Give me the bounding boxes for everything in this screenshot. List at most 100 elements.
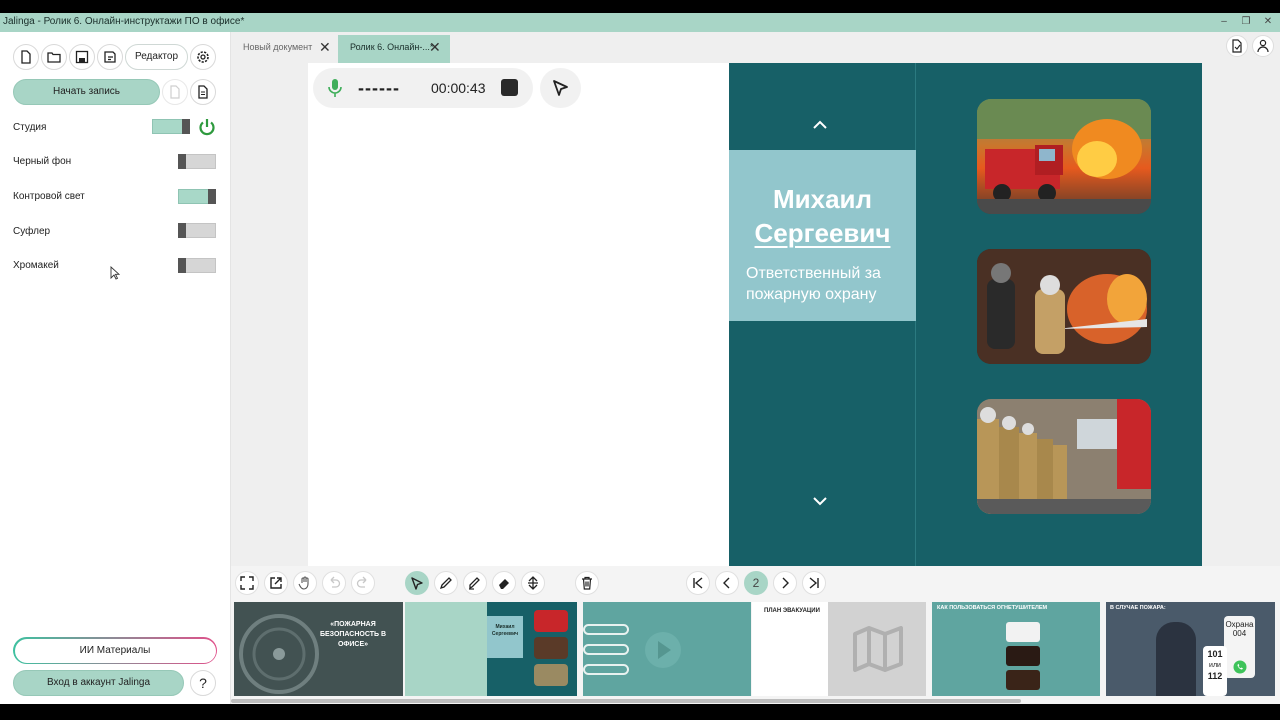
firefighters-photo bbox=[977, 249, 1151, 364]
thumb-photo bbox=[534, 664, 568, 686]
folder-icon bbox=[47, 52, 61, 63]
redo-button[interactable] bbox=[351, 571, 375, 595]
cursor-icon bbox=[553, 80, 568, 96]
eraser-icon bbox=[499, 579, 509, 589]
firefighters-line-image bbox=[977, 399, 1151, 514]
hand-tool-button[interactable] bbox=[293, 571, 317, 595]
thumb-photo bbox=[534, 637, 568, 659]
current-page-indicator[interactable]: 2 bbox=[744, 571, 768, 595]
thumbnail-title: КАК ПОЛЬЗОВАТЬСЯ ОГНЕТУШИТЕЛЕМ bbox=[937, 605, 1048, 611]
open-external-button[interactable] bbox=[264, 571, 288, 595]
chevron-left-icon bbox=[723, 577, 730, 589]
phone-number-1: 101 bbox=[1207, 649, 1223, 659]
microphone-icon[interactable] bbox=[327, 78, 343, 98]
whatsapp-icon bbox=[1233, 660, 1247, 674]
thumb-bar bbox=[583, 664, 629, 675]
pen-tool-button[interactable] bbox=[434, 571, 458, 595]
prompter-toggle[interactable] bbox=[178, 223, 216, 238]
card-number: 004 bbox=[1232, 629, 1247, 638]
mouse-cursor-icon bbox=[110, 266, 120, 280]
restore-button[interactable]: ❐ bbox=[1239, 15, 1253, 29]
eraser-tool-button[interactable] bbox=[492, 571, 516, 595]
slide-thumbnail-3[interactable] bbox=[583, 602, 751, 696]
slide-thumbnail-2[interactable]: Михаил Сергеевич bbox=[405, 602, 577, 696]
black-bg-label: Черный фон bbox=[13, 156, 72, 167]
new-file-button[interactable] bbox=[13, 44, 39, 70]
user-icon bbox=[1257, 39, 1269, 53]
card-title: Охрана bbox=[1225, 620, 1254, 629]
slide-thumbnail-6[interactable]: В СЛУЧАЕ ПОЖАРА: Охрана 004 101 или 112 bbox=[1106, 602, 1275, 696]
power-icon[interactable] bbox=[197, 117, 217, 137]
left-panel: Редактор Начать запись Студия Черный фон… bbox=[0, 32, 231, 704]
tab-new-document[interactable]: Новый документ ✕ bbox=[231, 35, 338, 63]
save-button[interactable] bbox=[69, 44, 95, 70]
marker-tool-button[interactable] bbox=[463, 571, 487, 595]
chromakey-toggle[interactable] bbox=[178, 258, 216, 273]
fullscreen-icon bbox=[240, 576, 254, 590]
fullscreen-button[interactable] bbox=[235, 571, 259, 595]
close-window-button[interactable]: ✕ bbox=[1261, 15, 1275, 29]
name-box: Михаил Сергеевич Ответственный за пожарн… bbox=[729, 150, 916, 321]
disabled-doc-button[interactable] bbox=[162, 79, 188, 105]
settings-button[interactable] bbox=[190, 44, 216, 70]
slide-thumbnail-4[interactable]: ПЛАН ЭВАКУАЦИИ bbox=[752, 602, 926, 696]
firefighters-hose-image bbox=[977, 249, 1151, 364]
align-tool-button[interactable] bbox=[521, 571, 545, 595]
stop-button[interactable] bbox=[501, 79, 518, 96]
document-export-icon bbox=[1232, 39, 1242, 53]
studio-label: Студия bbox=[13, 122, 47, 133]
prev-page-button[interactable] bbox=[715, 571, 739, 595]
thumbnail-title: В СЛУЧАЕ ПОЖАРА: bbox=[1110, 605, 1166, 611]
studio-toggle[interactable] bbox=[152, 119, 190, 134]
close-tab-icon[interactable]: ✕ bbox=[429, 35, 441, 59]
chevron-up-icon[interactable] bbox=[813, 120, 827, 130]
fire-truck-image bbox=[977, 99, 1151, 214]
undo-button[interactable] bbox=[322, 571, 346, 595]
minimize-button[interactable]: – bbox=[1217, 15, 1231, 29]
last-page-button[interactable] bbox=[802, 571, 826, 595]
thumbnail-name: Михаил Сергеевич bbox=[487, 616, 523, 658]
presenter-canvas[interactable] bbox=[308, 63, 729, 566]
document-icon bbox=[170, 85, 180, 99]
align-icon bbox=[528, 576, 538, 590]
black-bg-toggle[interactable] bbox=[178, 154, 216, 169]
open-folder-button[interactable] bbox=[41, 44, 67, 70]
document-icon bbox=[198, 85, 208, 99]
window-title: Jalinga - Ролик 6. Онлайн-инструктажи ПО… bbox=[3, 16, 245, 27]
document-button[interactable] bbox=[190, 79, 216, 105]
tab-label: Ролик 6. Онлайн-...* bbox=[350, 42, 434, 52]
chevron-down-icon[interactable] bbox=[813, 496, 827, 506]
pointer-mode-button[interactable] bbox=[540, 68, 581, 108]
thumb-person bbox=[1156, 622, 1196, 696]
export-doc-button[interactable] bbox=[1226, 35, 1248, 57]
thumb-bar bbox=[583, 624, 629, 635]
ai-materials-button[interactable]: ИИ Материалы bbox=[13, 637, 217, 664]
editor-button[interactable]: Редактор bbox=[125, 44, 188, 70]
hand-icon bbox=[298, 576, 309, 590]
next-page-button[interactable] bbox=[773, 571, 797, 595]
start-recording-button[interactable]: Начать запись bbox=[13, 79, 160, 105]
slide-thumbnail-5[interactable]: КАК ПОЛЬЗОВАТЬСЯ ОГНЕТУШИТЕЛЕМ bbox=[932, 602, 1100, 696]
ai-materials-label: ИИ Материалы bbox=[14, 638, 216, 663]
backlight-toggle[interactable] bbox=[178, 189, 216, 204]
play-icon bbox=[645, 632, 681, 668]
presenter-role: Ответственный за пожарную охрану bbox=[746, 265, 881, 303]
account-button[interactable] bbox=[1252, 35, 1274, 57]
tab-label: Новый документ bbox=[243, 42, 313, 52]
filmstrip-scrollbar[interactable] bbox=[231, 699, 1021, 703]
thumbnail-title: «ПОЖАРНАЯ БЕЗОПАСНОСТЬ В ОФИСЕ» bbox=[319, 621, 387, 648]
thumb-photo bbox=[1006, 622, 1040, 642]
select-tool-button[interactable] bbox=[405, 571, 429, 595]
save-as-button[interactable] bbox=[97, 44, 123, 70]
login-button[interactable]: Вход в аккаунт Jalinga bbox=[13, 670, 184, 696]
chromakey-label: Хромакей bbox=[13, 260, 59, 271]
redo-icon bbox=[356, 576, 367, 588]
first-page-icon bbox=[693, 577, 703, 589]
delete-button[interactable] bbox=[575, 571, 599, 595]
tab-bar: Новый документ ✕ Ролик 6. Онлайн-...* ✕ bbox=[231, 32, 1280, 63]
slide-thumbnail-1[interactable]: «ПОЖАРНАЯ БЕЗОПАСНОСТЬ В ОФИСЕ» bbox=[234, 602, 403, 696]
tab-video-6[interactable]: Ролик 6. Онлайн-...* ✕ bbox=[338, 35, 450, 63]
first-page-button[interactable] bbox=[686, 571, 710, 595]
close-tab-icon[interactable]: ✕ bbox=[319, 35, 331, 59]
help-button[interactable]: ? bbox=[190, 670, 216, 696]
